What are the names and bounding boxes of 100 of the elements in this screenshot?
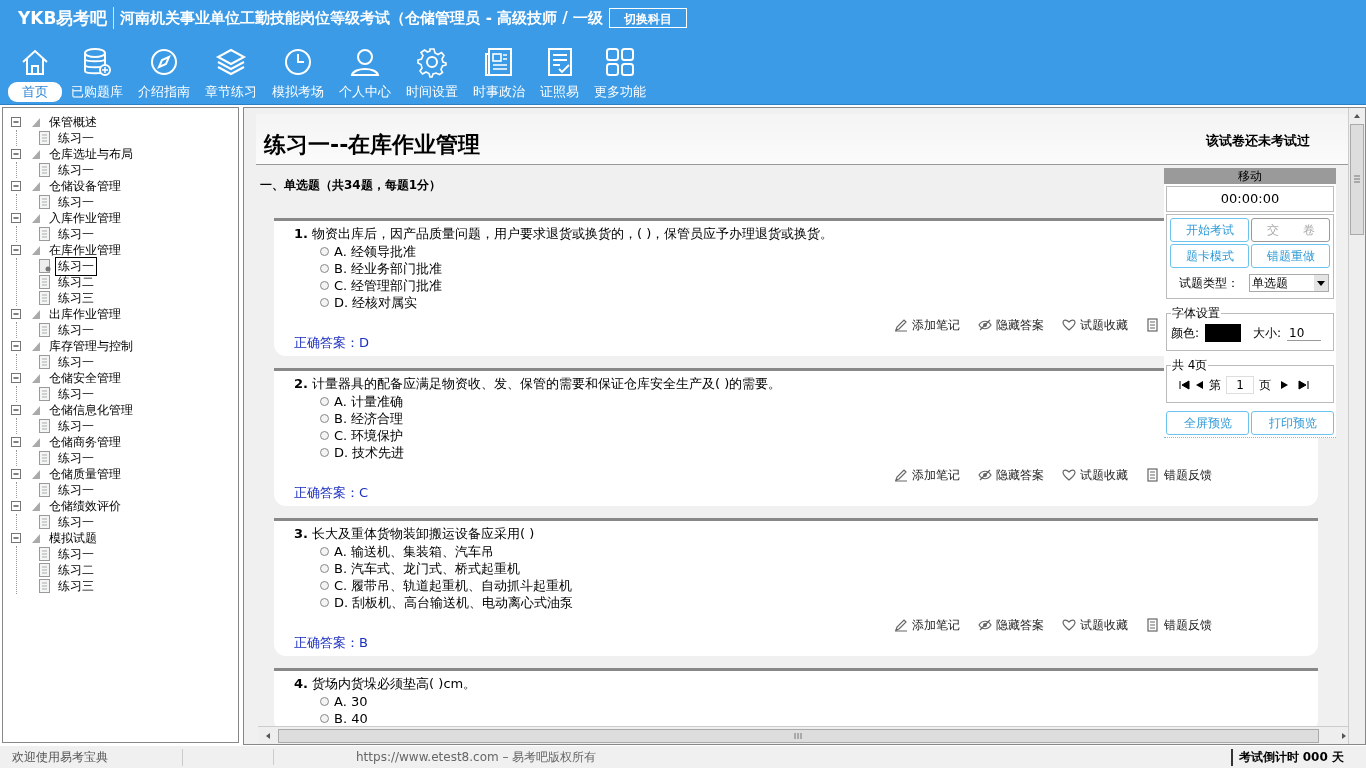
question-tool-button[interactable]: 试题收藏	[1062, 317, 1128, 334]
collapse-icon[interactable]	[11, 437, 21, 448]
radio-button[interactable]	[320, 431, 329, 441]
collapse-icon[interactable]	[11, 533, 21, 544]
folder-triangle-icon	[31, 436, 41, 448]
tree-group[interactable]: 模拟试题	[49, 529, 97, 547]
heart-icon	[1062, 468, 1076, 483]
radio-button[interactable]	[320, 448, 329, 458]
question-tool-button[interactable]: 隐藏答案	[978, 317, 1044, 334]
collapse-icon[interactable]	[11, 405, 21, 416]
tree-item[interactable]: 练习一	[55, 128, 97, 148]
exam-status: 该试卷还未考试过	[1206, 132, 1310, 151]
tree-group[interactable]: 出库作业管理	[49, 305, 121, 323]
tree-item[interactable]: 练习一	[55, 512, 97, 532]
question-text: 2. 计量器具的配备应满足物资收、发、保管的需要和保证仓库安全生产及( )的需要。	[294, 376, 782, 394]
question-tool-button[interactable]: 隐藏答案	[978, 467, 1044, 484]
collapse-icon[interactable]	[11, 245, 21, 256]
copyright-text: https://www.etest8.com – 易考吧版权所有	[355, 748, 598, 766]
radio-button[interactable]	[320, 564, 329, 574]
eye-slash-icon	[978, 468, 992, 483]
question-tool-button[interactable]: 添加笔记	[894, 617, 960, 634]
tree-group[interactable]: 入库作业管理	[49, 209, 121, 227]
question-type-label: 试题类型：	[1179, 274, 1239, 292]
first-page-icon	[1179, 380, 1190, 391]
radio-button[interactable]	[320, 298, 329, 308]
question-tool-button[interactable]: 隐藏答案	[978, 617, 1044, 634]
collapse-icon[interactable]	[11, 501, 21, 512]
document-icon	[39, 131, 51, 146]
tree-group[interactable]: 库存管理与控制	[49, 337, 133, 355]
tree-group[interactable]: 仓储安全管理	[49, 369, 121, 387]
font-size-field[interactable]: 10	[1287, 325, 1322, 341]
option-text: B. 40	[334, 710, 368, 727]
radio-button[interactable]	[320, 598, 329, 608]
tree-item[interactable]: 练习一	[55, 384, 97, 404]
radio-button[interactable]	[320, 281, 329, 291]
tree-group[interactable]: 仓储信息化管理	[49, 401, 133, 419]
folder-triangle-icon	[31, 244, 41, 256]
previous-page-icon	[1195, 380, 1204, 391]
pencil-icon	[894, 618, 908, 633]
question-tool-button[interactable]: 试题收藏	[1062, 467, 1128, 484]
document-icon	[39, 483, 51, 498]
folder-triangle-icon	[31, 116, 41, 128]
question-type-dropdown[interactable]: 单选题	[1249, 274, 1329, 293]
radio-button[interactable]	[320, 697, 329, 707]
tree-item[interactable]: 练习一	[55, 352, 97, 372]
nav-tab[interactable]: 首页	[8, 46, 62, 102]
page-suffix: 页	[1259, 376, 1271, 394]
scroll-left-icon	[264, 731, 272, 740]
question-tool-button[interactable]: 添加笔记	[894, 467, 960, 484]
option-text: A. 输送机、集装箱、汽车吊	[334, 543, 494, 560]
size-label: 大小:	[1253, 324, 1282, 342]
tree-group[interactable]: 仓储设备管理	[49, 177, 121, 195]
collapse-icon[interactable]	[11, 213, 21, 224]
folder-triangle-icon	[31, 180, 41, 192]
question-tool-button[interactable]: 错题反馈	[1146, 467, 1212, 484]
tree-group[interactable]: 保管概述	[49, 113, 97, 131]
document-icon	[39, 563, 51, 578]
option-text: B. 经济合理	[334, 410, 404, 427]
panel-drag-handle[interactable]: 移动	[1164, 168, 1336, 185]
question-tool-button[interactable]	[1146, 317, 1160, 334]
tree-item[interactable]: 练习一	[55, 224, 97, 244]
color-swatch[interactable]	[1205, 324, 1242, 343]
collapse-icon[interactable]	[11, 373, 21, 384]
layers-icon	[215, 46, 247, 78]
radio-button[interactable]	[320, 714, 329, 724]
radio-button[interactable]	[320, 581, 329, 591]
radio-button[interactable]	[320, 264, 329, 274]
collapse-icon[interactable]	[11, 149, 21, 160]
question-tool-button[interactable]: 添加笔记	[894, 317, 960, 334]
collapse-icon[interactable]	[11, 181, 21, 192]
tree-item[interactable]: 练习一	[55, 448, 97, 468]
tree-item[interactable]: 练习一	[55, 160, 97, 180]
tree-group[interactable]: 仓储商务管理	[49, 433, 121, 451]
collapse-icon[interactable]	[11, 469, 21, 480]
tree-item[interactable]: 练习一	[55, 192, 97, 212]
collapse-icon[interactable]	[11, 341, 21, 352]
radio-button[interactable]	[320, 397, 329, 407]
radio-button[interactable]	[320, 414, 329, 424]
section-heading: 一、单选题（共34题，每题1分）	[260, 177, 442, 195]
page-prefix: 第	[1209, 376, 1221, 394]
tree-item[interactable]: 练习一	[55, 320, 97, 340]
tree-item[interactable]: 练习一	[55, 416, 97, 436]
tree-item[interactable]: 练习一	[55, 480, 97, 500]
radio-button[interactable]	[320, 547, 329, 557]
tree-item[interactable]: 练习一	[55, 256, 97, 276]
option-text: C. 经管理部门批准	[334, 277, 443, 294]
radio-button[interactable]	[320, 247, 329, 257]
question-tool-button[interactable]: 错题反馈	[1146, 617, 1212, 634]
document-icon	[39, 323, 51, 338]
option-text: D. 刮板机、高台输送机、电动离心式油泵	[334, 594, 574, 611]
page-number-field[interactable]: 1	[1226, 376, 1254, 395]
tree-group[interactable]: 仓储质量管理	[49, 465, 121, 483]
option-text: B. 经业务部门批准	[334, 260, 443, 277]
grid-icon	[604, 46, 636, 78]
collapse-icon[interactable]	[11, 309, 21, 320]
collapse-icon[interactable]	[11, 117, 21, 128]
tree-group[interactable]: 仓库选址与布局	[49, 145, 133, 163]
question-tool-button[interactable]: 试题收藏	[1062, 617, 1128, 634]
tree-group[interactable]: 仓储绩效评价	[49, 497, 121, 515]
tree-group[interactable]: 在库作业管理	[49, 241, 121, 259]
